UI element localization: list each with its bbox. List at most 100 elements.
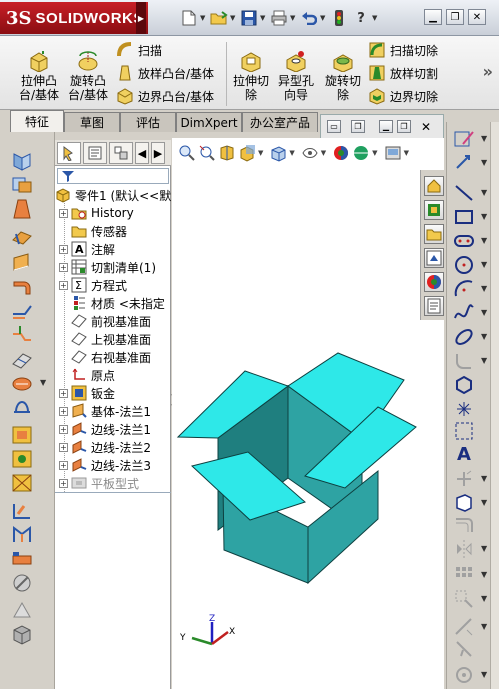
view-orientation-dropdown-icon[interactable]: ▼ [289, 149, 294, 157]
line-dropdown-icon[interactable]: ▼ [481, 188, 487, 197]
tree-item-sensors[interactable]: 传感器 [59, 222, 127, 240]
design-library-icon[interactable] [424, 200, 444, 220]
restore-icon[interactable]: ❐ [446, 9, 464, 25]
revolve-boss-button[interactable]: 旋转凸台/基体 [64, 50, 112, 102]
expand-toggle-icon[interactable]: + [59, 442, 68, 452]
tree-item-history[interactable]: + History [59, 204, 134, 222]
tree-root-part[interactable]: 零件1 (默认<<默 [55, 186, 171, 204]
display-style-dropdown-icon[interactable]: ▼ [321, 149, 326, 157]
view-palette-icon[interactable] [424, 248, 444, 268]
line-icon[interactable] [453, 182, 475, 204]
insert-bends-icon[interactable] [10, 500, 34, 522]
convert-entities-icon[interactable] [453, 492, 475, 514]
expand-toggle-icon[interactable]: + [59, 244, 68, 254]
tree-item-annotations[interactable]: + A 注解 [59, 240, 115, 258]
fillet-icon[interactable] [453, 350, 475, 372]
wrap-icon[interactable] [10, 150, 34, 172]
move-dropdown-icon[interactable]: ▼ [481, 594, 487, 603]
scene-dropdown-icon[interactable]: ▼ [372, 149, 377, 157]
print-dropdown-icon[interactable]: ▼ [290, 14, 298, 22]
convert-to-sheet-metal-icon[interactable] [10, 472, 34, 494]
tree-item-right-plane[interactable]: 右视基准面 [59, 348, 151, 366]
hole-wizard-button[interactable]: 异型孔向导 [276, 50, 316, 102]
open-folder-icon[interactable] [208, 8, 230, 28]
slot-dropdown-icon[interactable]: ▼ [481, 236, 487, 245]
tabs-scroll-left-icon[interactable]: ◀ [135, 142, 149, 164]
hem-icon[interactable] [10, 300, 34, 322]
boundary-boss-button[interactable]: 边界凸台/基体 [116, 86, 214, 106]
solidworks-logo[interactable]: 3S SOLIDWORKS ▶ [0, 2, 148, 34]
tree-item-flat-pattern[interactable]: + 平板型式 [59, 474, 139, 492]
configuration-manager-tab-icon[interactable] [109, 142, 133, 164]
intersect-icon[interactable] [10, 174, 34, 196]
rip-icon[interactable] [10, 524, 34, 546]
ellipse-dropdown-icon[interactable]: ▼ [481, 332, 487, 341]
close-icon[interactable]: ✕ [468, 9, 486, 25]
fold-icon[interactable] [10, 372, 34, 394]
loft-boss-button[interactable]: 放样凸台/基体 [116, 63, 214, 83]
circle-dropdown-icon[interactable]: ▼ [481, 260, 487, 269]
spline-dropdown-icon[interactable]: ▼ [481, 308, 487, 317]
tree-item-material[interactable]: 材质 <未指定 [59, 294, 165, 312]
polygon-icon[interactable] [453, 374, 475, 396]
tab-office-products[interactable]: 办公室产品 [242, 112, 318, 132]
graphics-area[interactable] [172, 138, 444, 689]
expand-toggle-icon[interactable]: + [59, 262, 68, 272]
expand-toggle-icon[interactable]: + [59, 208, 68, 218]
trim-entities-icon[interactable] [453, 468, 475, 490]
text-icon[interactable]: A [453, 442, 475, 465]
rollback-bar[interactable] [55, 492, 171, 493]
view-orientation-icon[interactable] [269, 144, 287, 162]
custom-properties-icon[interactable] [424, 296, 444, 316]
previous-view-icon[interactable] [218, 144, 236, 162]
cascade-window-icon[interactable]: ❐ [351, 120, 365, 133]
sweep-cut-button[interactable]: 扫描切除 [368, 40, 438, 60]
tree-item-origin[interactable]: 原点 [59, 366, 115, 384]
tree-item-equations[interactable]: + Σ 方程式 [59, 276, 127, 294]
ribbon-overflow-chevron-icon[interactable]: » [483, 62, 493, 81]
boundary-cut-button[interactable]: 边界切除 [368, 86, 438, 106]
linear-pattern-icon[interactable] [453, 564, 475, 586]
zoom-to-fit-icon[interactable] [178, 144, 196, 162]
closed-corner-icon[interactable] [10, 448, 34, 470]
view-settings-icon[interactable] [384, 144, 402, 162]
display-delete-relations-icon[interactable] [453, 616, 475, 638]
rebuild-traffic-light-icon[interactable] [328, 8, 350, 28]
feature-tree-tab-icon[interactable] [57, 142, 81, 164]
doc-close-icon[interactable]: ✕ [419, 120, 433, 134]
right-toolbar-scrollbar[interactable] [490, 122, 499, 689]
expand-toggle-icon[interactable]: + [59, 424, 68, 434]
doc-minimize-icon[interactable]: ▁ [379, 120, 393, 133]
arc-dropdown-icon[interactable]: ▼ [481, 284, 487, 293]
point-icon[interactable] [453, 398, 475, 420]
corner-icon[interactable] [10, 424, 34, 446]
display-style-icon[interactable] [301, 144, 319, 162]
sheet-metal-gusset-icon[interactable] [10, 624, 34, 646]
miter-flange-icon[interactable] [10, 276, 34, 298]
move-entities-icon[interactable] [453, 588, 475, 610]
dimension-dropdown-icon[interactable]: ▼ [481, 158, 487, 167]
tab-evaluate[interactable]: 评估 [120, 112, 176, 132]
jog-icon[interactable] [10, 324, 34, 346]
expand-toggle-icon[interactable]: + [59, 388, 68, 398]
arc-icon[interactable] [453, 278, 475, 300]
minimize-icon[interactable]: ▁ [424, 9, 442, 25]
slot-icon[interactable] [453, 230, 475, 252]
tree-item-edge-flange3[interactable]: + 边线-法兰3 [59, 456, 151, 474]
property-manager-tab-icon[interactable] [83, 142, 107, 164]
tile-window-icon[interactable]: ▭ [327, 120, 341, 133]
trim-dropdown-icon[interactable]: ▼ [481, 474, 487, 483]
relations-dropdown-icon[interactable]: ▼ [481, 622, 487, 631]
print-icon[interactable] [268, 8, 290, 28]
quick-snaps-icon[interactable] [453, 664, 475, 686]
tree-item-sheet-metal[interactable]: + 钣金 [59, 384, 115, 402]
apply-scene-icon[interactable] [352, 144, 370, 162]
rectangle-dropdown-icon[interactable]: ▼ [481, 212, 487, 221]
convert-dropdown-icon[interactable]: ▼ [481, 498, 487, 507]
centerline-icon[interactable] [453, 420, 475, 442]
extrude-boss-button[interactable]: 拉伸凸台/基体 [16, 50, 62, 102]
rectangle-icon[interactable] [453, 206, 475, 228]
help-dropdown-icon[interactable]: ▼ [372, 14, 380, 22]
tree-item-cut-list[interactable]: + 切割清单(1) [59, 258, 156, 276]
sketch-icon[interactable] [453, 128, 475, 150]
